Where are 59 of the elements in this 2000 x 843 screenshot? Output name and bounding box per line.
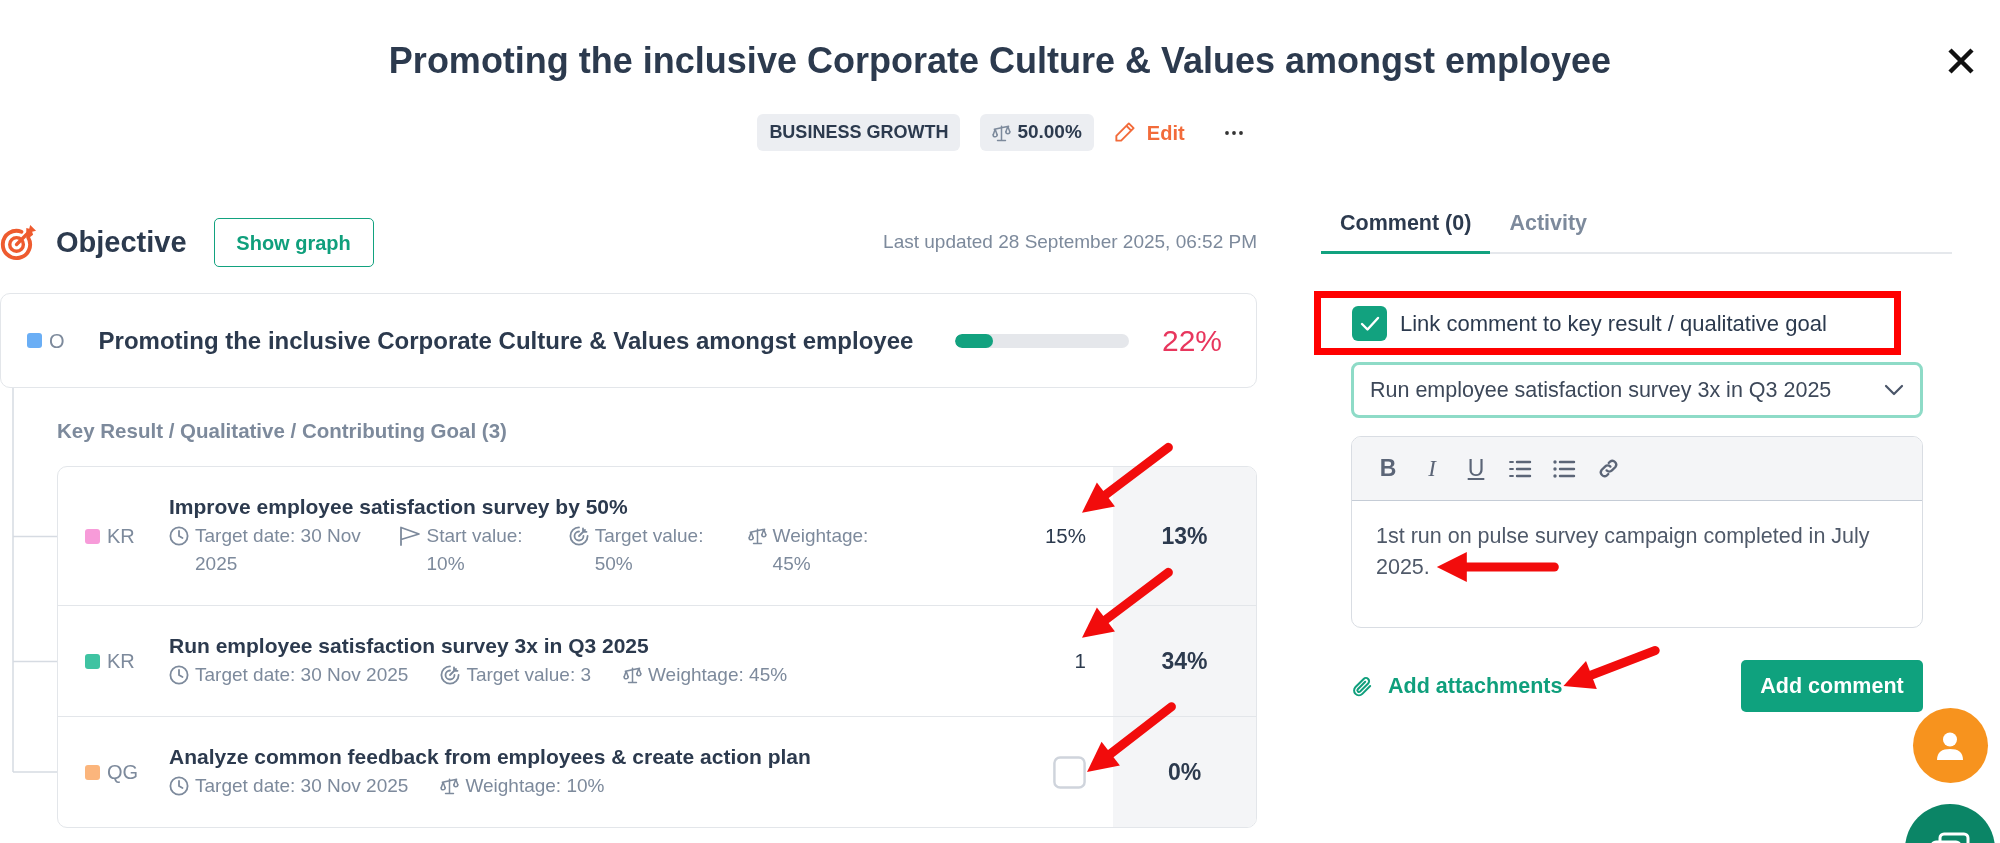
section-subheading: Key Result / Qualitative / Contributing Goal (3) [57, 419, 508, 443]
type-label: KR [107, 524, 135, 549]
start-value: Start value: 10% [426, 524, 524, 576]
person-icon [1935, 730, 1965, 761]
weightage: Weightage: 45% [648, 663, 788, 687]
category-tag: BUSINESS GROWTH [757, 114, 961, 151]
section-heading: Objective [56, 224, 187, 260]
completion-checkbox[interactable] [1053, 755, 1086, 789]
close-button[interactable] [1948, 48, 1974, 74]
progress-cell: 34% [1113, 606, 1256, 716]
pencil-icon [1112, 121, 1136, 144]
bold-button[interactable]: B [1366, 448, 1410, 489]
key-result-title[interactable]: Improve employee satisfaction survey by 50% [169, 494, 883, 520]
key-result-dropdown[interactable]: Run employee satisfaction survey 3x in Q3 2025 [1351, 362, 1923, 418]
type-label: KR [107, 649, 135, 674]
tab[interactable]: Comment (0) [1321, 190, 1491, 254]
underline-button[interactable]: U [1454, 448, 1498, 489]
type-label: QG [107, 760, 139, 785]
target-icon [0, 224, 37, 261]
clock-icon [169, 776, 189, 796]
clock-icon [169, 665, 189, 685]
checkbox-label[interactable]: Link comment to key result / qualitative goal [1400, 306, 1827, 340]
target-date: Target date: 30 Nov 2025 [195, 524, 362, 576]
weightage: Weightage: 10% [465, 774, 605, 798]
link-icon [1596, 457, 1620, 480]
chevron-down-icon [1884, 384, 1904, 396]
tab[interactable]: Activity [1490, 190, 1607, 254]
close-icon [1948, 48, 1974, 74]
objective-title: Promoting the inclusive Corporate Culture & Values amongst employee [98, 325, 914, 356]
key-result-title[interactable]: Analyze common feedback from employees & create action plan [169, 744, 883, 770]
flag-icon [398, 526, 421, 546]
key-result-title[interactable]: Run employee satisfaction survey 3x in Q3 2025 [169, 633, 883, 659]
target-value: Target value: 3 [466, 663, 591, 687]
target-value: Target value: 50% [594, 524, 705, 576]
more-icon [1224, 130, 1243, 135]
scale-icon [747, 526, 767, 545]
progress-cell: 13% [1113, 467, 1256, 605]
target-date: Target date: 30 Nov 2025 [195, 663, 409, 687]
weightage: Weightage: 45% [772, 524, 870, 576]
type-label: O [49, 328, 65, 354]
objective-card[interactable]: O Promoting the inclusive Corporate Culture & Values amongst employee 22% [0, 293, 1257, 388]
clock-icon [169, 526, 189, 546]
last-updated-text: Last updated 28 September 2025, 06:52 PM [883, 230, 1257, 255]
target-date: Target date: 30 Nov 2025 [195, 774, 409, 798]
progress-cell: 0% [1113, 717, 1256, 827]
progress-percent: 22% [1161, 323, 1222, 359]
italic-button[interactable]: I [1410, 448, 1454, 489]
scale-icon [440, 776, 460, 795]
current-value[interactable]: 15% [1044, 520, 1086, 552]
target-icon [440, 665, 461, 685]
scale-icon [623, 665, 642, 684]
scale-icon [992, 123, 1012, 142]
weightage-value: 50.00% [1017, 120, 1082, 145]
more-button[interactable] [1224, 130, 1243, 135]
target-icon [568, 526, 589, 546]
comment-input[interactable]: 1st run on pulse survey campaign completed in July 2025. [1352, 501, 1922, 627]
link-checkbox[interactable] [1352, 305, 1387, 341]
current-value[interactable]: 1 [1074, 645, 1086, 677]
page-title: Promoting the inclusive Corporate Culture & Values amongst employee [388, 40, 1612, 82]
